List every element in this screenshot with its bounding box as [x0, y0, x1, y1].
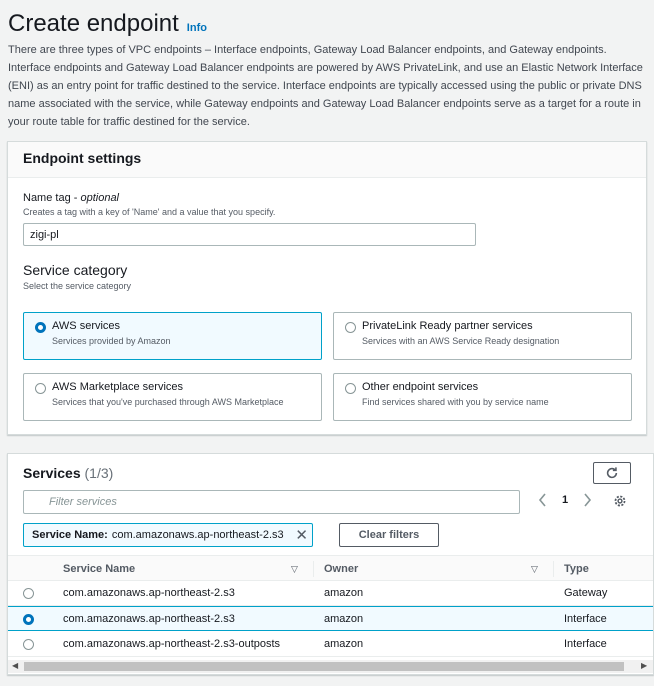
row-radio[interactable] [23, 614, 34, 625]
gear-icon[interactable] [613, 494, 627, 508]
owner-cell: amazon [324, 638, 364, 650]
column-owner[interactable]: Owner [324, 563, 358, 575]
name-tag-label: Name tag - optional [23, 192, 119, 204]
table-header: Service Name ▽ Owner ▽ Type [8, 555, 653, 581]
services-count: (1/3) [84, 465, 114, 481]
option-title: AWS Marketplace services [52, 381, 184, 393]
endpoint-settings-panel: Endpoint settings Name tag - optional Cr… [7, 141, 647, 435]
column-type[interactable]: Type [564, 563, 589, 575]
services-title-text: Services [23, 465, 81, 481]
scrollbar-thumb[interactable] [24, 662, 624, 671]
page-title: Create endpoint Info [8, 10, 207, 38]
endpoint-settings-header: Endpoint settings [8, 142, 646, 178]
filter-token: Service Name: com.amazonaws.ap-northeast… [23, 523, 313, 547]
clear-filters-button[interactable]: Clear filters [339, 523, 439, 547]
option-description: Find services shared with you by service… [362, 397, 549, 407]
caret-down-icon[interactable]: ▽ [531, 564, 538, 575]
filter-token-value: com.amazonaws.ap-northeast-2.s3 [111, 529, 284, 541]
page-description: There are three types of VPC endpoints –… [8, 44, 643, 128]
filter-services-input[interactable] [23, 490, 520, 514]
option-title: Other endpoint services [362, 381, 479, 393]
option-privatelink-partner[interactable]: PrivateLink Ready partner services Servi… [333, 312, 632, 360]
option-title: PrivateLink Ready partner services [362, 320, 533, 332]
scroll-right-icon[interactable]: ▶ [641, 661, 647, 670]
info-link[interactable]: Info [187, 22, 207, 34]
column-divider [553, 561, 554, 577]
chevron-right-icon[interactable] [582, 493, 592, 507]
name-tag-description: Creates a tag with a key of 'Name' and a… [23, 207, 276, 217]
table-row[interactable]: com.amazonaws.ap-northeast-2.s3 amazon G… [8, 581, 653, 606]
option-title: AWS services [52, 320, 121, 332]
close-icon[interactable]: ✕ [295, 526, 308, 544]
option-aws-marketplace[interactable]: AWS Marketplace services Services that y… [23, 373, 322, 421]
horizontal-scrollbar[interactable]: ◀ ▶ [8, 660, 653, 673]
owner-cell: amazon [324, 613, 364, 625]
refresh-icon [606, 467, 618, 479]
service-name-cell: com.amazonaws.ap-northeast-2.s3 [63, 613, 235, 625]
caret-down-icon[interactable]: ▽ [291, 564, 298, 575]
table-row[interactable]: com.amazonaws.ap-northeast-2.s3 amazon I… [8, 606, 653, 631]
option-aws-services[interactable]: AWS services Services provided by Amazon [23, 312, 322, 360]
page-number[interactable]: 1 [562, 494, 568, 506]
refresh-button[interactable] [593, 462, 631, 484]
type-cell: Interface [564, 638, 607, 650]
services-panel: Services (1/3) 1 Service Name: com.amazo… [7, 453, 654, 675]
table-row[interactable]: com.amazonaws.ap-northeast-2.s3-outposts… [8, 632, 653, 657]
radio-privatelink-partner[interactable] [345, 322, 356, 333]
service-category-description: Select the service category [23, 281, 132, 291]
option-description: Services that you've purchased through A… [52, 397, 284, 407]
row-radio[interactable] [23, 639, 34, 650]
chevron-left-icon[interactable] [538, 493, 548, 507]
option-description: Services provided by Amazon [52, 336, 171, 346]
scroll-left-icon[interactable]: ◀ [12, 661, 18, 670]
optional-label: optional [80, 192, 120, 204]
radio-aws-marketplace[interactable] [35, 383, 46, 394]
option-description: Services with an AWS Service Ready desig… [362, 336, 560, 346]
radio-aws-services[interactable] [35, 322, 46, 333]
radio-other-endpoint[interactable] [345, 383, 356, 394]
option-other-endpoint[interactable]: Other endpoint services Find services sh… [333, 373, 632, 421]
service-name-cell: com.amazonaws.ap-northeast-2.s3 [63, 587, 235, 599]
column-divider [313, 561, 314, 577]
filter-token-key: Service Name: [32, 529, 108, 541]
column-service-name[interactable]: Service Name [63, 563, 135, 575]
owner-cell: amazon [324, 587, 364, 599]
page-title-text: Create endpoint [8, 10, 179, 37]
services-title: Services (1/3) [23, 465, 113, 481]
name-tag-input[interactable] [23, 223, 476, 246]
service-name-cell: com.amazonaws.ap-northeast-2.s3-outposts [63, 638, 281, 650]
row-radio[interactable] [23, 588, 34, 599]
type-cell: Interface [564, 613, 607, 625]
name-tag-label-text: Name tag - [23, 192, 81, 204]
service-category-label: Service category [23, 262, 128, 278]
type-cell: Gateway [564, 587, 608, 599]
